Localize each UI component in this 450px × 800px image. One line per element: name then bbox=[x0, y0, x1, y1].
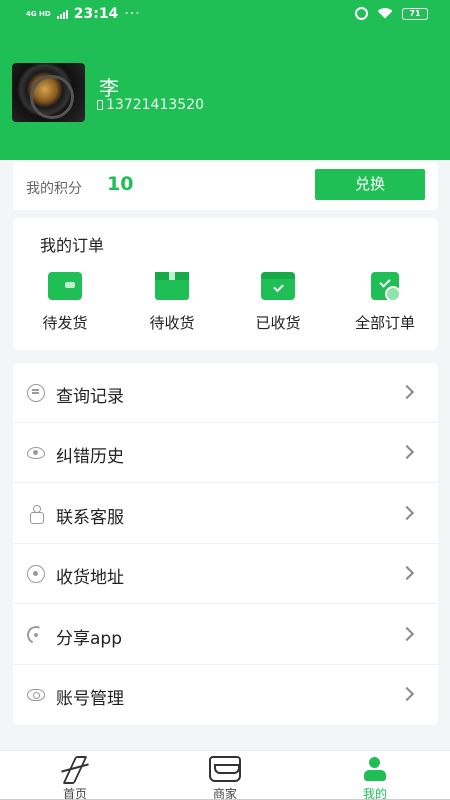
chevron-right-icon bbox=[399, 686, 415, 702]
nav-label: 商家 bbox=[212, 787, 237, 800]
received-icon bbox=[261, 272, 295, 300]
order-item-label: 已收货 bbox=[255, 314, 301, 332]
eye-icon bbox=[27, 447, 45, 459]
shop-icon bbox=[209, 756, 241, 782]
battery-icon: 71 bbox=[402, 7, 428, 20]
nav-merchants[interactable]: 商家 bbox=[150, 751, 300, 800]
phone-number: 13721413520 bbox=[106, 97, 204, 113]
wifi-icon bbox=[378, 8, 392, 20]
chevron-right-icon bbox=[399, 384, 415, 400]
order-pending-shipment[interactable]: 待发货 bbox=[20, 272, 110, 333]
menu-item-label: 收货地址 bbox=[56, 568, 124, 588]
nav-profile[interactable]: 我的 bbox=[300, 751, 450, 800]
order-pending-receipt[interactable]: 待收货 bbox=[127, 272, 217, 333]
menu-item-label: 账号管理 bbox=[56, 689, 124, 709]
location-icon bbox=[27, 565, 45, 583]
chevron-right-icon bbox=[399, 626, 415, 642]
more-notifications-icon: ··· bbox=[124, 6, 141, 22]
nav-home[interactable]: 首页 bbox=[0, 751, 150, 800]
menu-item-query-history[interactable]: 查询记录 bbox=[13, 363, 438, 423]
menu-item-label: 联系客服 bbox=[56, 508, 124, 528]
signal-icon bbox=[56, 9, 68, 19]
network-indicator: 4G HD bbox=[26, 10, 51, 18]
share-icon bbox=[24, 623, 48, 647]
bottom-nav: 首页 商家 我的 bbox=[0, 750, 450, 800]
profile-icon bbox=[359, 756, 391, 782]
clock: 23:14 bbox=[73, 6, 119, 22]
nav-label: 首页 bbox=[62, 787, 87, 800]
orders-card: 我的订单 待发货 待收货 已收货 全部订单 bbox=[13, 218, 438, 350]
alarm-icon bbox=[355, 7, 368, 20]
menu-item-account-management[interactable]: 账号管理 bbox=[13, 665, 438, 725]
chevron-right-icon bbox=[399, 444, 415, 460]
redeem-button[interactable]: 兑换 bbox=[315, 169, 425, 200]
home-icon bbox=[59, 756, 91, 782]
chevron-right-icon bbox=[399, 505, 415, 521]
menu-item-label: 纠错历史 bbox=[56, 447, 124, 467]
order-all[interactable]: 全部订单 bbox=[340, 272, 430, 333]
box-icon bbox=[155, 272, 189, 300]
points-card: 我的积分 10 兑换 bbox=[13, 162, 438, 210]
chevron-right-icon bbox=[399, 565, 415, 581]
chat-icon bbox=[27, 384, 45, 402]
points-value: 10 bbox=[107, 173, 134, 195]
customer-service-icon bbox=[27, 505, 45, 524]
menu-item-share-app[interactable]: 分享app bbox=[13, 605, 438, 665]
menu-item-shipping-address[interactable]: 收货地址 bbox=[13, 544, 438, 604]
menu-item-contact-service[interactable]: 联系客服 bbox=[13, 484, 438, 544]
status-bar: 4G HD 23:14 ··· 71 bbox=[0, 0, 450, 32]
order-received[interactable]: 已收货 bbox=[233, 272, 323, 333]
nav-label: 我的 bbox=[362, 787, 387, 800]
points-label: 我的积分 bbox=[26, 181, 82, 197]
menu-item-label: 查询记录 bbox=[56, 387, 124, 407]
orders-title: 我的订单 bbox=[40, 236, 105, 255]
all-orders-icon bbox=[371, 272, 401, 302]
menu-list: 查询记录 纠错历史 联系客服 收货地址 分享app 账号管理 bbox=[13, 363, 438, 725]
order-item-label: 待收货 bbox=[149, 314, 195, 332]
order-item-label: 全部订单 bbox=[354, 314, 415, 332]
avatar[interactable] bbox=[12, 63, 85, 122]
phone-icon bbox=[97, 100, 103, 110]
wallet-icon bbox=[48, 272, 82, 300]
phone-number-row: 13721413520 bbox=[97, 97, 204, 113]
order-item-label: 待发货 bbox=[42, 314, 88, 332]
account-icon bbox=[27, 689, 45, 701]
menu-item-correction-history[interactable]: 纠错历史 bbox=[13, 423, 438, 483]
menu-item-label: 分享app bbox=[56, 629, 122, 649]
